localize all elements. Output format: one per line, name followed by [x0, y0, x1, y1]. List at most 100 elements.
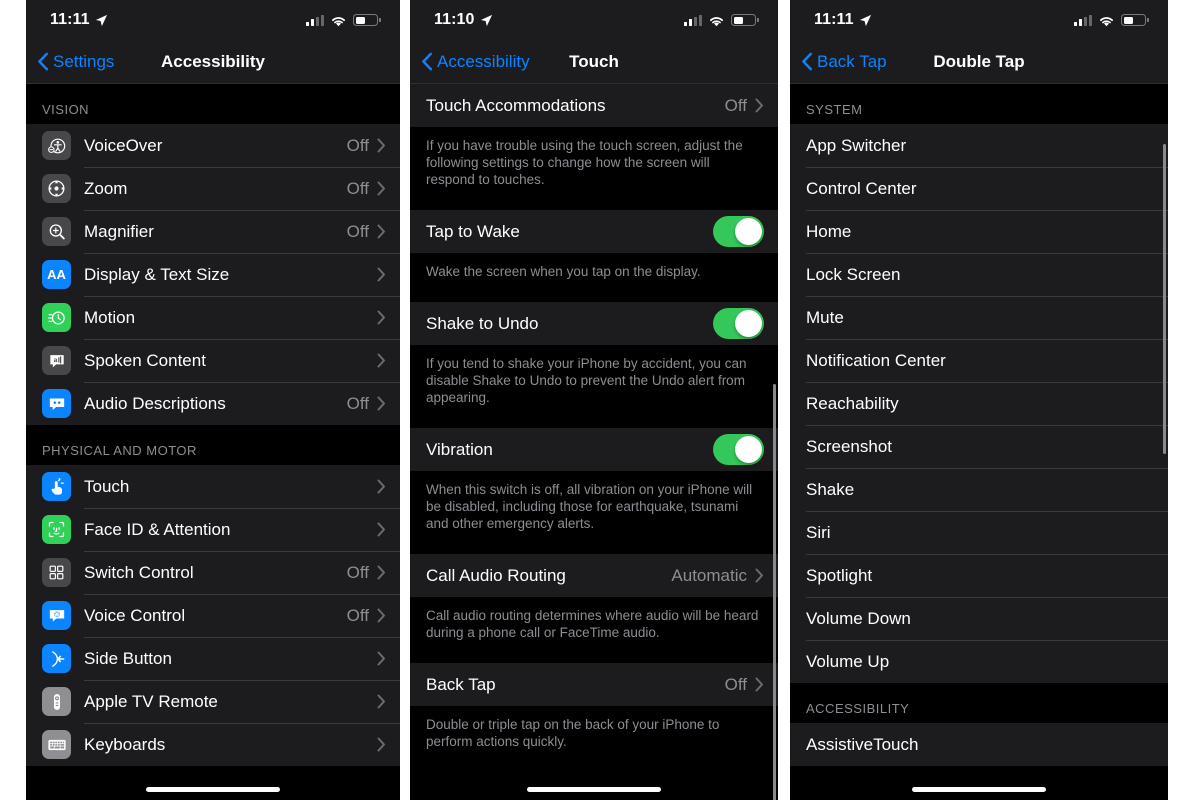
row-shake-to-undo[interactable]: Shake to Undo	[410, 302, 778, 345]
back-button-label: Accessibility	[437, 51, 530, 71]
row-tap-to-wake[interactable]: Tap to Wake	[410, 210, 778, 253]
row-label: Notification Center	[806, 350, 946, 370]
scrollbar[interactable]	[772, 384, 776, 800]
row-screenshot[interactable]: Screenshot	[790, 425, 1168, 468]
row-label: Touch Accommodations	[426, 95, 606, 115]
row-siri[interactable]: Siri	[790, 511, 1168, 554]
row-app-switcher[interactable]: App Switcher	[790, 124, 1168, 167]
wifi-icon	[708, 14, 725, 27]
row-back-tap[interactable]: Back Tap Off	[410, 663, 778, 706]
battery-low-icon	[731, 14, 759, 26]
side-button-icon	[42, 644, 71, 673]
section-header-vision: VISION	[26, 84, 400, 124]
row-side-button[interactable]: Side Button	[26, 637, 400, 680]
settings-scroll-area[interactable]: VISION VoiceOver Off Zoom Off Magnifier …	[26, 84, 400, 800]
row-voiceover[interactable]: VoiceOver Off	[26, 124, 400, 167]
row-voice-control[interactable]: Voice Control Off	[26, 594, 400, 637]
back-button[interactable]: Accessibility	[410, 52, 530, 72]
row-keyboards[interactable]: Keyboards	[26, 723, 400, 766]
note-vibration: When this switch is off, all vibration o…	[410, 471, 778, 554]
chevron-right-icon	[377, 479, 386, 494]
section-system: App Switcher Control Center Home Lock Sc…	[790, 124, 1168, 683]
tap-to-wake-toggle[interactable]	[713, 216, 764, 247]
row-label: Face ID & Attention	[84, 519, 231, 539]
row-notification-center[interactable]: Notification Center	[790, 339, 1168, 382]
row-value: Off	[346, 178, 369, 198]
row-assistivetouch[interactable]: AssistiveTouch	[790, 723, 1168, 766]
row-value: Off	[346, 605, 369, 625]
chevron-right-icon	[377, 651, 386, 666]
shake-to-undo-toggle[interactable]	[713, 308, 764, 339]
note-back-tap: Double or triple tap on the back of your…	[410, 706, 778, 772]
battery-low-icon	[1121, 14, 1149, 26]
status-time: 11:10	[434, 11, 475, 28]
row-label: Display & Text Size	[84, 264, 230, 284]
cellular-signal-icon	[306, 14, 324, 26]
row-switch-control[interactable]: Switch Control Off	[26, 551, 400, 594]
section-vision: VoiceOver Off Zoom Off Magnifier Off AA …	[26, 124, 400, 425]
row-label: VoiceOver	[84, 135, 163, 155]
row-spoken-content[interactable]: a Spoken Content	[26, 339, 400, 382]
status-bar: 11:11	[790, 0, 1168, 40]
magnifier-icon	[42, 217, 71, 246]
settings-scroll-area[interactable]: SYSTEM App Switcher Control Center Home …	[790, 84, 1168, 800]
row-reachability[interactable]: Reachability	[790, 382, 1168, 425]
three-phone-screenshot-collage: 11:11 Settings Accessibility VISION Voic…	[0, 0, 1200, 800]
row-call-audio-routing[interactable]: Call Audio Routing Automatic	[410, 554, 778, 597]
row-volume-up[interactable]: Volume Up	[790, 640, 1168, 683]
row-label: AssistiveTouch	[806, 734, 919, 754]
nav-bar: Settings Accessibility	[26, 40, 400, 84]
row-display-text-size[interactable]: AA Display & Text Size	[26, 253, 400, 296]
row-label: Volume Down	[806, 608, 911, 628]
phone-screen-touch: 11:10 Accessibility Touch Touch Accommod…	[410, 0, 778, 800]
nav-bar: Back Tap Double Tap	[790, 40, 1168, 84]
chevron-right-icon	[377, 181, 386, 196]
back-button[interactable]: Settings	[26, 52, 114, 72]
row-touch[interactable]: Touch	[26, 465, 400, 508]
row-mute[interactable]: Mute	[790, 296, 1168, 339]
settings-scroll-area[interactable]: Touch Accommodations Off If you have tro…	[410, 84, 778, 800]
section-header-system: SYSTEM	[790, 84, 1168, 124]
back-button-label: Back Tap	[817, 51, 887, 71]
row-label: Zoom	[84, 178, 128, 198]
row-motion[interactable]: Motion	[26, 296, 400, 339]
scrollbar[interactable]	[1162, 144, 1166, 454]
row-label: Lock Screen	[806, 264, 901, 284]
note-touch-accommodations: If you have trouble using the touch scre…	[410, 127, 778, 210]
row-home[interactable]: Home	[790, 210, 1168, 253]
row-face-id-attention[interactable]: Face ID & Attention	[26, 508, 400, 551]
row-vibration[interactable]: Vibration	[410, 428, 778, 471]
row-zoom[interactable]: Zoom Off	[26, 167, 400, 210]
status-bar-left: 11:11	[814, 11, 872, 29]
group-back-tap: Back Tap Off	[410, 663, 778, 706]
row-magnifier[interactable]: Magnifier Off	[26, 210, 400, 253]
status-bar: 11:11	[26, 0, 400, 40]
row-control-center[interactable]: Control Center	[790, 167, 1168, 210]
chevron-right-icon	[377, 353, 386, 368]
row-lock-screen[interactable]: Lock Screen	[790, 253, 1168, 296]
keyboards-icon	[42, 730, 71, 759]
chevron-right-icon	[377, 224, 386, 239]
row-spotlight[interactable]: Spotlight	[790, 554, 1168, 597]
phone-screen-double-tap: 11:11 Back Tap Double Tap SYSTEM App Swi…	[790, 0, 1168, 800]
row-label: Audio Descriptions	[84, 393, 226, 413]
row-volume-down[interactable]: Volume Down	[790, 597, 1168, 640]
location-arrow-icon	[859, 14, 872, 27]
row-audio-descriptions[interactable]: Audio Descriptions Off	[26, 382, 400, 425]
row-touch-accommodations[interactable]: Touch Accommodations Off	[410, 84, 778, 127]
row-label: Volume Up	[806, 651, 890, 671]
row-value: Off	[346, 221, 369, 241]
nav-bar: Accessibility Touch	[410, 40, 778, 84]
row-value: Off	[724, 674, 747, 694]
row-label: Magnifier	[84, 221, 154, 241]
chevron-right-icon	[377, 310, 386, 325]
row-value: Off	[346, 135, 369, 155]
voice-control-icon	[42, 601, 71, 630]
row-apple-tv-remote[interactable]: Apple TV Remote	[26, 680, 400, 723]
row-shake[interactable]: Shake	[790, 468, 1168, 511]
back-button[interactable]: Back Tap	[790, 52, 887, 72]
vibration-toggle[interactable]	[713, 434, 764, 465]
row-label: Vibration	[426, 439, 493, 459]
status-bar-right	[684, 14, 759, 27]
group-shake-to-undo: Shake to Undo	[410, 302, 778, 345]
